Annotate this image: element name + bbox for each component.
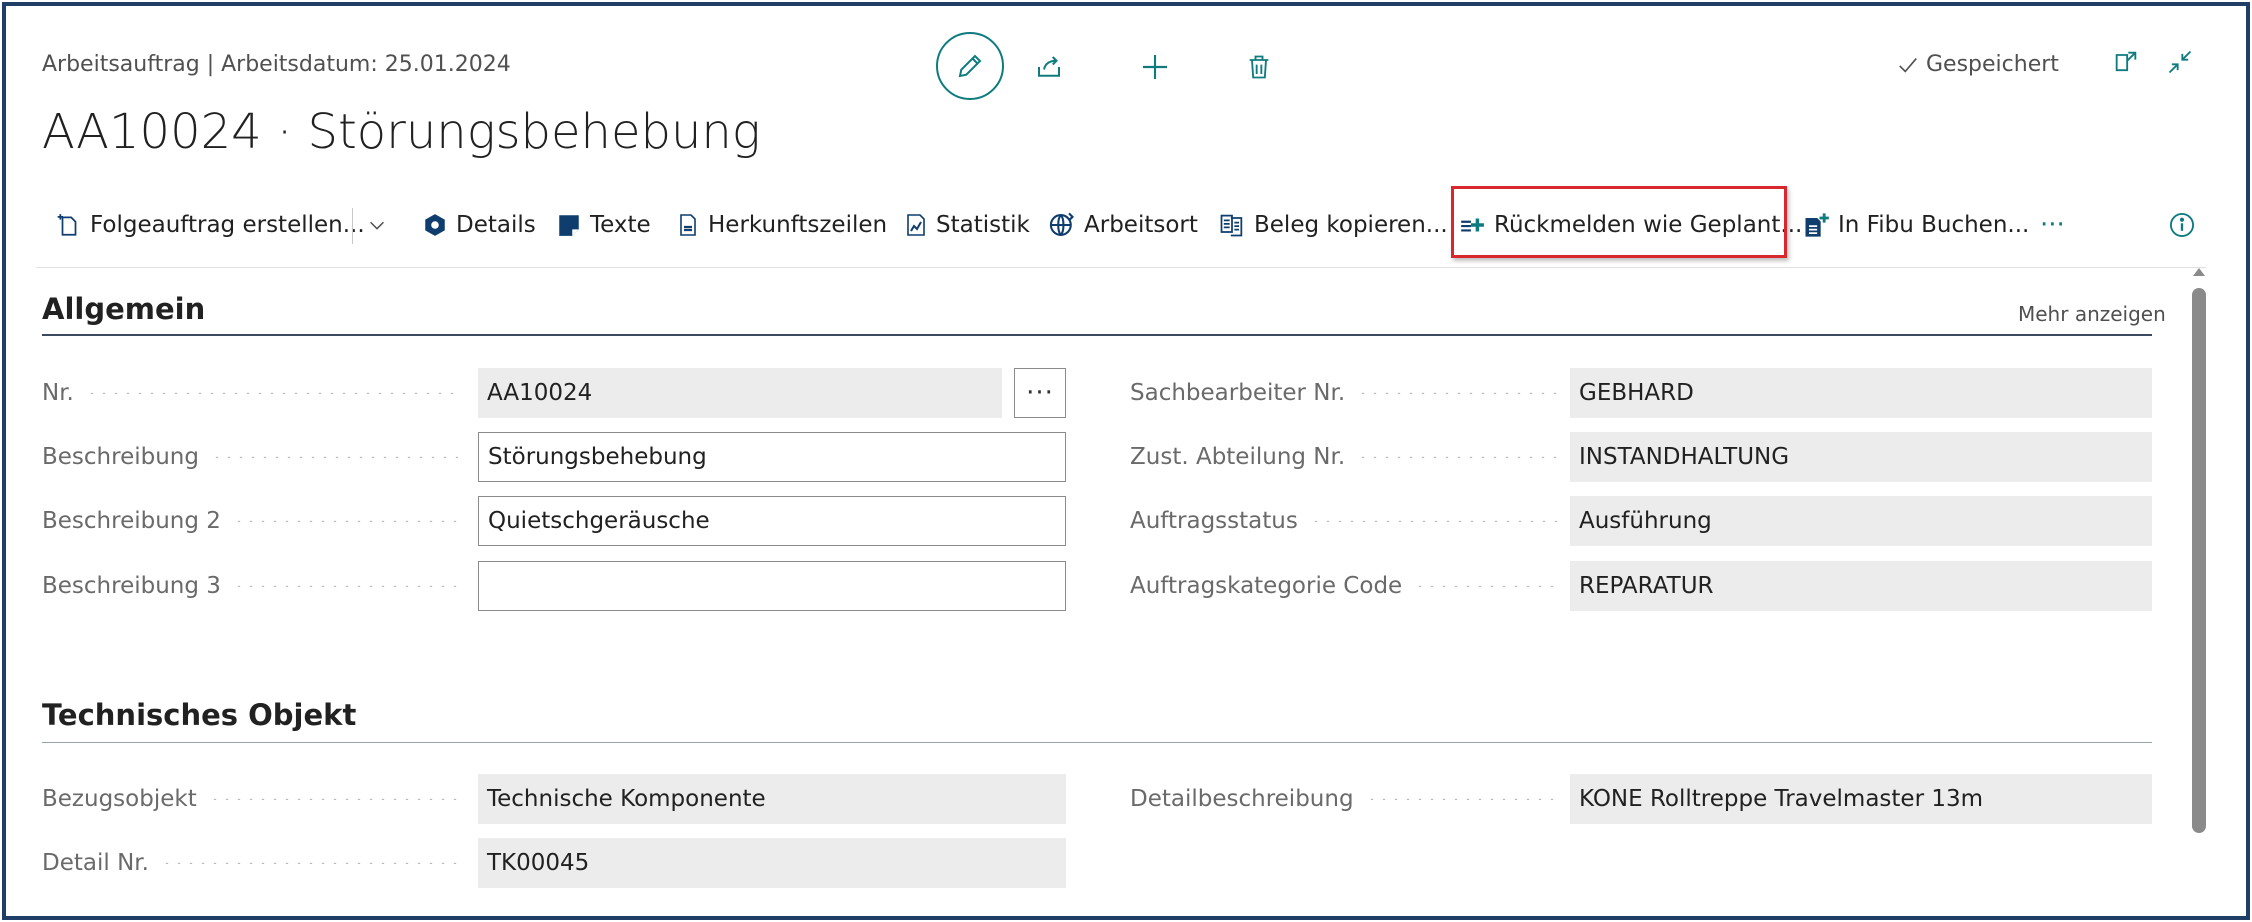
plus-icon [1143,55,1167,79]
field-label-detail-nr: Detail Nr. [42,838,462,888]
open-in-new-icon [2115,51,2137,72]
field-label-zust-abteilung-nr: Zust. Abteilung Nr. [1130,432,1562,482]
page-title: AA10024 · Störungsbehebung [42,104,761,160]
nr-assist-button[interactable]: ··· [1014,368,1066,418]
folgeauftrag-erstellen-action[interactable]: Folgeauftrag erstellen... [56,204,365,246]
chevron-down-icon [370,221,384,230]
auftragsstatus-field[interactable]: Ausführung [1570,496,2152,546]
arbeitsort-action[interactable]: Arbeitsort [1048,204,1198,246]
field-label-sachbearbeiter-nr: Sachbearbeiter Nr. [1130,368,1562,418]
delete-button[interactable] [1242,50,1276,84]
field-label-beschreibung-2: Beschreibung 2 [42,496,462,546]
copy-document-icon [1220,214,1243,237]
hexagon-icon [425,214,445,236]
share-button[interactable] [1032,50,1066,84]
action-toolbar: Folgeauftrag erstellen... Details Texte … [36,184,2206,268]
nr-field[interactable]: AA10024 [478,368,1002,418]
folgeauftrag-dropdown-button[interactable] [366,204,388,246]
collapse-button[interactable] [2166,48,2194,80]
field-label-beschreibung-3: Beschreibung 3 [42,561,462,611]
field-label-bezugsobjekt: Bezugsobjekt [42,774,462,824]
beleg-kopieren-action[interactable]: Beleg kopieren... [1218,204,1448,246]
page-subtitle: Arbeitsauftrag | Arbeitsdatum: 25.01.202… [42,52,511,77]
toolbar-divider [352,208,353,244]
texte-action[interactable]: Texte [556,204,651,246]
section-title-allgemein: Allgemein [42,292,206,326]
detail-nr-field[interactable]: TK00045 [478,838,1066,888]
page-frame: Arbeitsauftrag | Arbeitsdatum: 25.01.202… [2,2,2250,920]
field-label-nr: Nr. [42,368,462,418]
field-label-beschreibung: Beschreibung [42,432,462,482]
note-icon [559,215,579,236]
pencil-icon [958,54,982,78]
new-button[interactable] [1138,50,1172,84]
beschreibung-2-field[interactable]: Quietschgeräusche [478,496,1066,546]
new-document-icon [57,214,77,236]
scroll-up-button[interactable] [2190,264,2208,283]
bezugsobjekt-field[interactable]: Technische Komponente [478,774,1066,824]
mehr-anzeigen-link[interactable]: Mehr anzeigen [2018,302,2166,326]
field-label-detailbeschreibung: Detailbeschreibung [1130,774,1562,824]
saved-status: Gespeichert [1896,52,2059,77]
in-fibu-buchen-action[interactable]: In Fibu Buchen... [1802,204,2029,246]
globe-icon [1049,212,1074,236]
document-lines-icon [680,214,696,236]
check-icon [1899,57,1917,73]
section-title-technisches-objekt: Technisches Objekt [42,698,357,732]
more-actions-button[interactable]: ··· [2040,204,2065,246]
detailbeschreibung-field[interactable]: KONE Rolltreppe Travelmaster 13m [1570,774,2152,824]
share-icon [1038,56,1060,77]
field-label-auftragskategorie-code: Auftragskategorie Code [1130,561,1562,611]
open-new-window-button[interactable] [2112,48,2140,80]
caret-up-icon [2193,268,2205,276]
details-action[interactable]: Details [422,204,536,246]
scrollbar-thumb[interactable] [2192,288,2206,833]
edit-button[interactable] [936,32,1004,100]
sachbearbeiter-nr-field[interactable]: GEBHARD [1570,368,2152,418]
chart-document-icon [907,214,925,236]
zust-abteilung-nr-field[interactable]: INSTANDHALTUNG [1570,432,2152,482]
info-icon [2169,212,2195,238]
info-button[interactable] [2168,204,2196,246]
highlight-box [1451,186,1787,258]
section-divider [42,334,2152,336]
auftragskategorie-code-field[interactable]: REPARATUR [1570,561,2152,611]
trash-icon [1249,55,1269,79]
statistik-action[interactable]: Statistik [904,204,1030,246]
post-document-icon [1805,213,1829,237]
section-divider [42,742,2152,743]
collapse-icon [2168,50,2192,74]
beschreibung-3-field[interactable] [478,561,1066,611]
herkunftszeilen-action[interactable]: Herkunftszeilen [676,204,887,246]
field-label-auftragsstatus: Auftragsstatus [1130,496,1562,546]
saved-label: Gespeichert [1926,52,2059,77]
beschreibung-field[interactable]: Störungsbehebung [478,432,1066,482]
